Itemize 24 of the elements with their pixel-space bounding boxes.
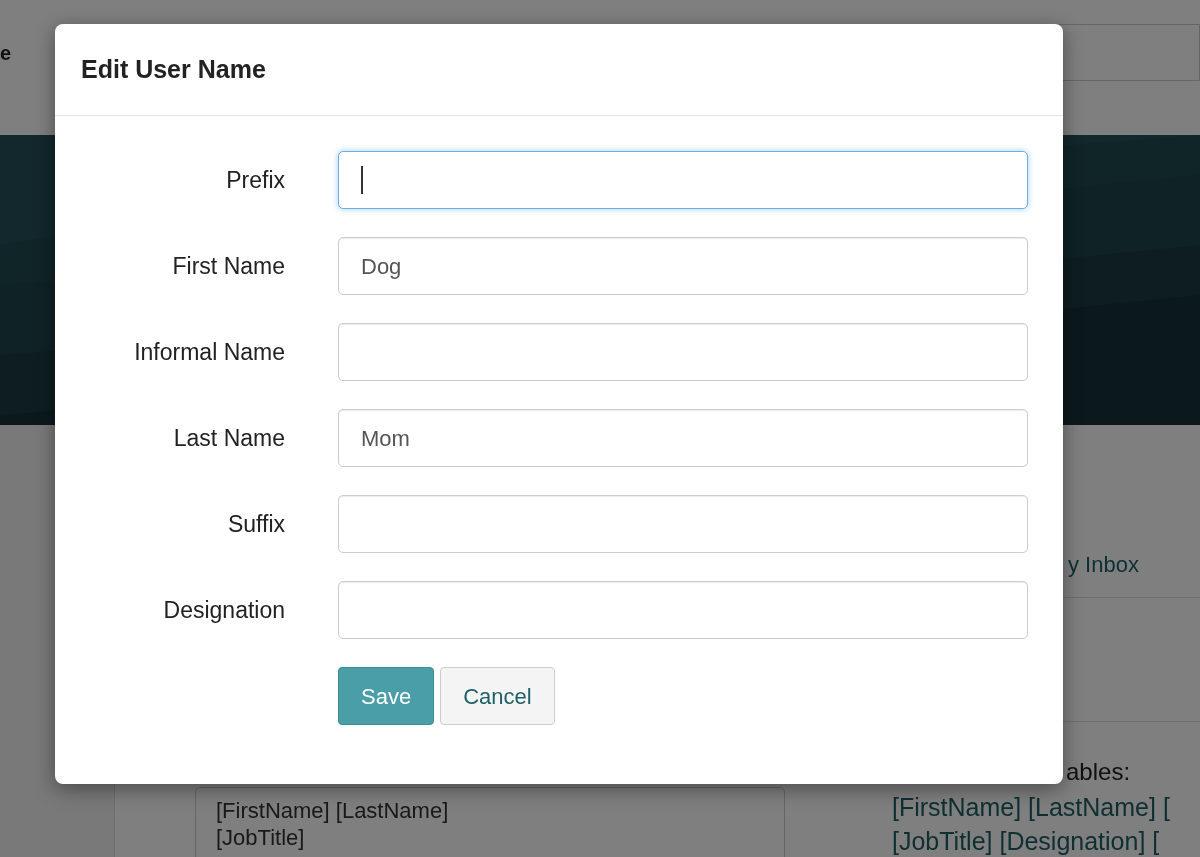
variable-links[interactable]: [FirstName] [LastName] [ [892, 790, 1200, 824]
header-text: e [0, 41, 12, 66]
template-textarea[interactable]: [FirstName] [LastName] [JobTitle] [195, 787, 785, 857]
field-label: Designation [162, 595, 285, 625]
dialog-title: Edit User Name [81, 53, 266, 85]
input-field[interactable] [338, 581, 1028, 639]
input-field[interactable] [338, 323, 1028, 381]
inbox-link[interactable]: y Inbox [1068, 548, 1139, 581]
text-cursor-icon [361, 166, 363, 194]
input-field[interactable] [338, 495, 1028, 553]
field-label: Last Name [172, 423, 285, 453]
input-field[interactable]: Dog [338, 237, 1028, 295]
field-label: First Name [171, 251, 285, 281]
save-button[interactable]: Save [338, 667, 435, 725]
template-line: [FirstName] [LastName] [216, 797, 450, 824]
input-field[interactable] [338, 151, 1028, 209]
template-line: [JobTitle] [216, 824, 306, 851]
input-field[interactable]: Mom [338, 409, 1028, 467]
cancel-button[interactable]: Cancel [440, 667, 555, 725]
variable-links[interactable]: [JobTitle] [Designation] [ [892, 824, 1200, 857]
field-label: Informal Name [133, 337, 285, 367]
field-label: Prefix [225, 165, 285, 195]
variables-heading: ables: [1066, 758, 1131, 785]
field-label: Suffix [226, 509, 285, 539]
